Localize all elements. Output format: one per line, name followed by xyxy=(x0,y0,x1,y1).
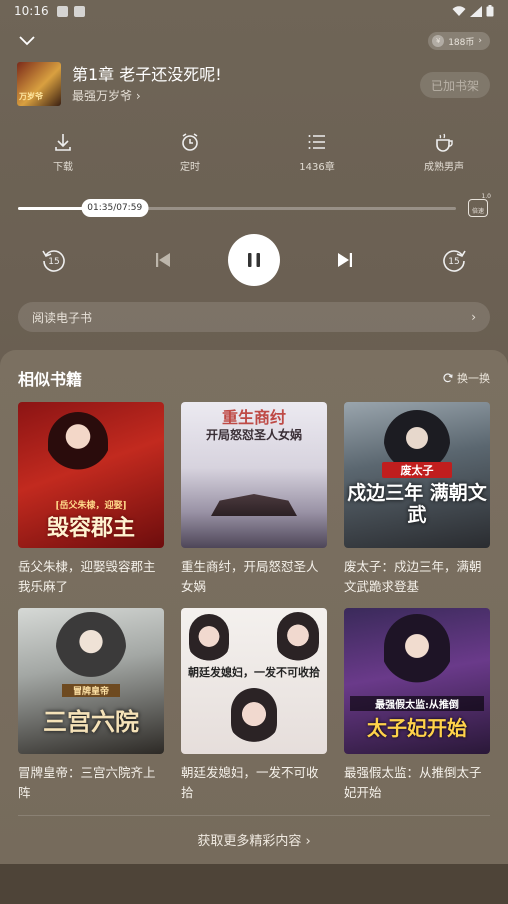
add-to-shelf-button[interactable]: 已加书架 xyxy=(420,72,490,98)
divider xyxy=(18,815,490,816)
forward-15-button[interactable]: 15 xyxy=(440,246,468,274)
book-cover-subtitle: 重生商纣 xyxy=(221,408,286,427)
voice-button[interactable]: 成熟男声 xyxy=(404,132,484,173)
forward-icon: 15 xyxy=(443,250,466,272)
book-card[interactable]: 重生商纣 开局怒怼圣人女娲 重生商纣，开局怒怼圣人女娲 xyxy=(181,402,327,597)
progress-thumb[interactable]: 01:35/07:59 xyxy=(81,199,149,217)
pause-icon xyxy=(248,253,260,267)
book-title: 岳父朱棣，迎娶毁容郡主我乐麻了 xyxy=(18,559,156,594)
timer-icon xyxy=(182,133,198,151)
refresh-label: 换一换 xyxy=(457,372,490,385)
timer-label: 定时 xyxy=(180,162,200,173)
coin-balance-text: 188币 xyxy=(448,37,475,48)
book-cover-title: 朝廷发媳妇，一发不可收拾 xyxy=(188,666,320,679)
book-card[interactable]: 废太子 戍边三年 满朝文武 废太子：戍边三年，满朝文武跪求登基 xyxy=(344,402,490,597)
book-card[interactable]: 朝廷发媳妇，一发不可收拾 朝廷发媳妇，一发不可收拾 xyxy=(181,608,327,803)
wifi-icon xyxy=(452,5,466,16)
book-title: 最强假太监：从推倒太子妃开始 xyxy=(344,765,482,800)
more-content-link[interactable]: 获取更多精彩内容 › xyxy=(0,830,508,849)
book-cover: 朝廷发媳妇，一发不可收拾 xyxy=(181,608,327,754)
speed-label: 倍速 xyxy=(471,208,484,215)
refresh-button[interactable]: 换一换 xyxy=(443,370,490,386)
forward-label: 15 xyxy=(448,257,459,267)
rewind-label: 15 xyxy=(48,257,59,267)
book-cover: [岳父朱棣，迎娶] 毁容郡主 xyxy=(18,402,164,548)
book-cover: 冒牌皇帝 三宫六院 xyxy=(18,608,164,754)
book-cover-title: 开局怒怼圣人女娲 xyxy=(205,428,302,442)
progress-bar[interactable]: 01:35/07:59 xyxy=(18,199,456,217)
download-label: 下载 xyxy=(53,162,73,173)
book-title: 废太子：戍边三年，满朝文武跪求登基 xyxy=(344,559,482,594)
book-cover-title: 太子妃开始 xyxy=(367,716,467,740)
battery-icon xyxy=(486,5,494,17)
signal-icon xyxy=(470,5,482,17)
book-cover-title: 戍边三年 满朝文武 xyxy=(347,482,487,526)
chapter-title: 第1章 老子还没死呢! xyxy=(72,65,222,84)
speed-button[interactable]: 1.0 倍速 xyxy=(468,193,491,217)
status-time: 10:16 xyxy=(14,4,49,18)
book-cover-subtitle: 废太子 xyxy=(382,462,452,478)
refresh-icon xyxy=(443,373,453,383)
notification-icon xyxy=(56,5,68,17)
read-ebook-button[interactable]: 阅读电子书 › xyxy=(18,302,490,332)
book-cover[interactable]: 万岁爷 xyxy=(17,62,61,106)
skip-previous-icon xyxy=(156,253,170,267)
pause-button[interactable] xyxy=(228,234,280,286)
next-chapter-button[interactable] xyxy=(334,250,356,270)
book-cover: 最强假太监:从推倒 太子妃开始 xyxy=(344,608,490,754)
coin-balance-button[interactable]: ¥ 188币 › xyxy=(428,32,490,50)
chevron-right-icon: › xyxy=(478,36,482,46)
book-title: 重生商纣，开局怒怼圣人女娲 xyxy=(181,559,319,594)
skip-next-icon xyxy=(338,253,352,267)
book-cover-subtitle: 冒牌皇帝 xyxy=(62,684,120,697)
book-card[interactable]: [岳父朱棣，迎娶] 毁容郡主 岳父朱棣，迎娶毁容郡主我乐麻了 xyxy=(18,402,164,597)
timer-button[interactable]: 定时 xyxy=(150,132,230,173)
book-name-link[interactable]: 最强万岁爷 › xyxy=(72,87,141,104)
app-notification-icon xyxy=(73,5,85,17)
voice-icon xyxy=(436,133,453,152)
coin-icon: ¥ xyxy=(432,35,445,47)
book-card[interactable]: 最强假太监:从推倒 太子妃开始 最强假太监：从推倒太子妃开始 xyxy=(344,608,490,803)
rewind-icon: 15 xyxy=(42,250,65,272)
speed-value: 1.0 xyxy=(481,193,491,200)
chapter-list-icon xyxy=(308,135,325,149)
voice-label: 成熟男声 xyxy=(424,162,464,173)
book-cover-text: 万岁爷 xyxy=(19,92,43,101)
similar-books-title: 相似书籍 xyxy=(18,370,83,389)
bottom-area xyxy=(0,864,508,904)
chapter-list-button[interactable]: 1436章 xyxy=(277,132,357,173)
book-cover: 重生商纣 开局怒怼圣人女娲 xyxy=(181,402,327,548)
book-title: 冒牌皇帝：三宫六院齐上阵 xyxy=(18,765,156,800)
chevron-down-icon xyxy=(19,36,35,46)
read-ebook-label: 阅读电子书 xyxy=(32,310,93,325)
book-cover-title: 三宫六院 xyxy=(43,707,139,736)
book-card[interactable]: 冒牌皇帝 三宫六院 冒牌皇帝：三宫六院齐上阵 xyxy=(18,608,164,803)
chevron-right-icon: › xyxy=(471,310,476,324)
tool-bar: 下载 定时 1436章 成熟男声 xyxy=(0,132,508,174)
book-cover-subtitle: 最强假太监:从推倒 xyxy=(350,696,484,711)
book-title: 朝廷发媳妇，一发不可收拾 xyxy=(181,765,319,800)
collapse-button[interactable] xyxy=(16,32,38,50)
chapter-count-label: 1436章 xyxy=(299,162,335,173)
book-cover-title: 毁容郡主 xyxy=(46,515,135,541)
book-cover: 废太子 戍边三年 满朝文武 xyxy=(344,402,490,548)
rewind-15-button[interactable]: 15 xyxy=(40,246,68,274)
download-icon xyxy=(55,134,71,151)
download-button[interactable]: 下载 xyxy=(23,132,103,173)
similar-books-panel: 相似书籍 换一换 [岳父朱棣，迎娶] 毁容郡主 岳父朱棣，迎娶毁容郡主我乐麻了 … xyxy=(0,350,508,864)
status-bar: 10:16 xyxy=(0,0,508,22)
previous-chapter-button[interactable] xyxy=(152,250,174,270)
